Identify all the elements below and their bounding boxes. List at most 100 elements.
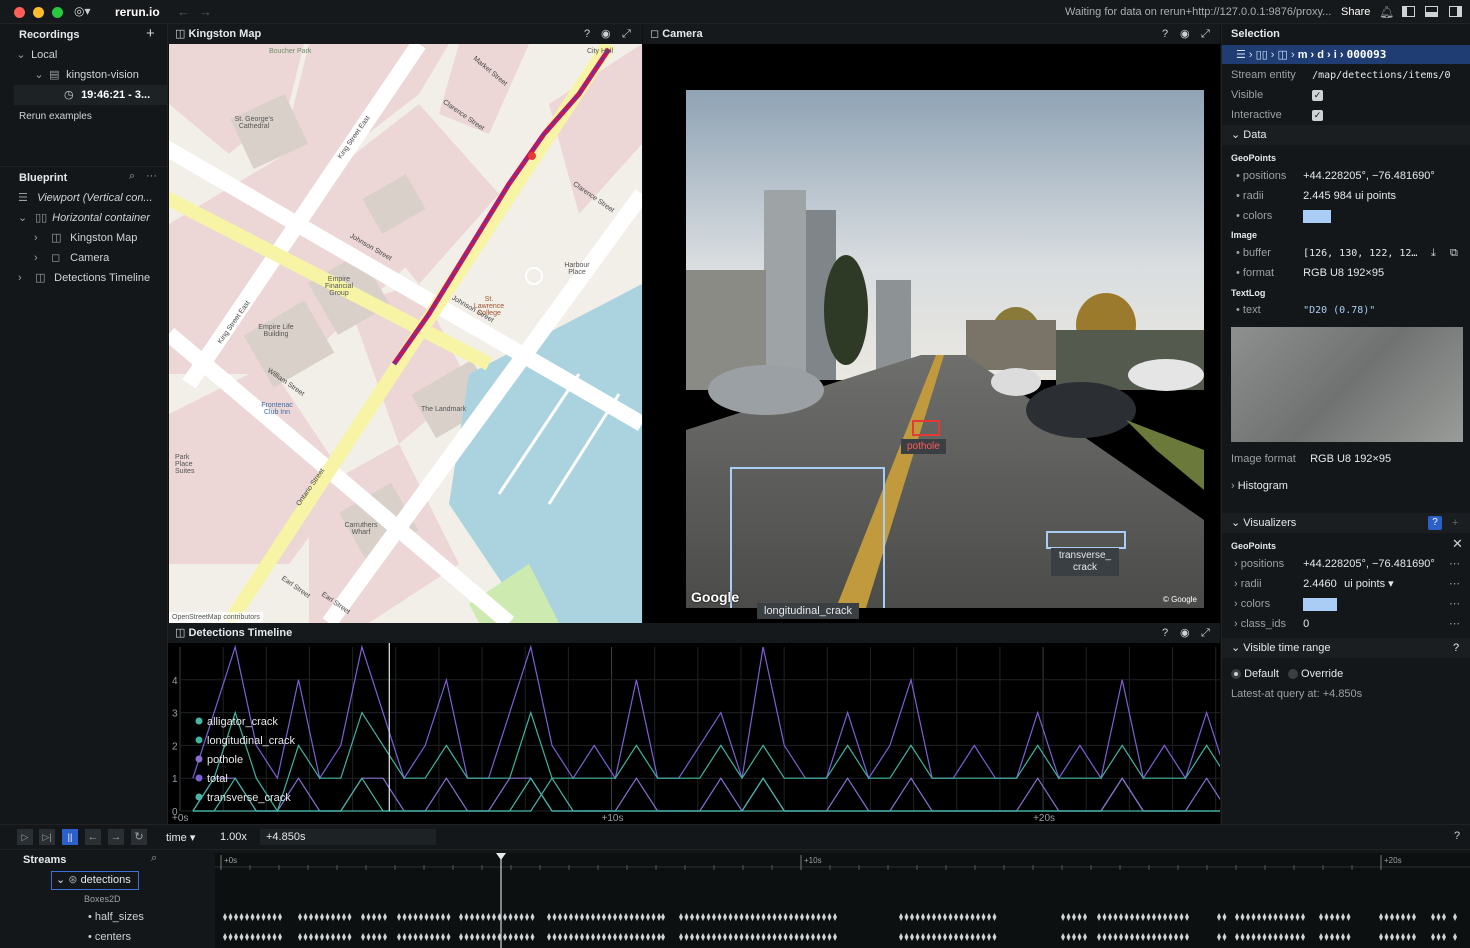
histogram-label: Histogram <box>1237 480 1288 492</box>
minimize-window-button[interactable] <box>33 7 44 18</box>
stream-centers[interactable]: • centers <box>88 931 131 943</box>
toggle-bottom-panel-icon[interactable] <box>1425 6 1438 17</box>
stream-entity-value[interactable]: /map/detections/items/0 <box>1312 70 1450 81</box>
blueprint-item-camera[interactable]: › ◻ Camera <box>34 248 168 268</box>
streams-timeline-area[interactable]: +0s +10s +20s <box>215 853 1470 948</box>
help-icon[interactable]: ? <box>584 24 590 44</box>
maximize-icon[interactable]: ⤢ <box>1201 24 1210 44</box>
play-icon[interactable]: ▷ <box>17 829 33 845</box>
more-options-icon[interactable]: ⋯ <box>1449 574 1460 594</box>
more-options-icon[interactable]: ⋯ <box>1449 594 1460 614</box>
remove-visualizer-icon[interactable]: ✕ <box>1452 536 1463 552</box>
event-mark <box>602 913 606 921</box>
event-mark <box>508 933 513 941</box>
detections-timeline-label: Detections Timeline <box>54 272 151 284</box>
help-icon[interactable]: ? <box>1454 830 1460 842</box>
default-radio-label[interactable]: Default <box>1244 668 1279 680</box>
step-back-icon[interactable]: ← <box>85 829 101 845</box>
maximize-icon[interactable]: ⤢ <box>622 24 631 44</box>
default-radio[interactable] <box>1231 669 1241 680</box>
loop-icon[interactable]: ↻ <box>131 829 147 845</box>
recording-item[interactable]: ◷ 19:46:21 - 3... <box>14 85 168 105</box>
zoom-window-button[interactable] <box>52 7 63 18</box>
more-options-icon[interactable]: ⋯ <box>1449 554 1460 574</box>
viz-radii-unit-dropdown[interactable]: ui points <box>1344 578 1385 590</box>
event-mark <box>424 933 429 941</box>
download-icon[interactable]: ⤓ <box>1431 243 1436 263</box>
local-group[interactable]: ⌄ Local <box>14 45 168 65</box>
eye-icon[interactable]: ◉ <box>601 24 611 44</box>
blueprint-item-detections-timeline[interactable]: › ◫ Detections Timeline <box>18 268 168 288</box>
viz-radii-value[interactable]: 2.4460 <box>1303 574 1341 594</box>
viz-colors-row[interactable]: › colors ⋯ <box>1234 594 1468 614</box>
event-mark <box>250 913 255 921</box>
playback-speed[interactable]: 1.00x <box>220 831 247 843</box>
add-recording-icon[interactable]: + <box>146 25 155 42</box>
help-icon[interactable]: ? <box>1162 623 1168 643</box>
event-mark <box>525 933 529 941</box>
legend-label: total <box>207 773 228 785</box>
dropdown-caret-icon[interactable]: ▾ <box>1385 578 1394 590</box>
maximize-icon[interactable]: ⤢ <box>1201 623 1210 643</box>
map-view-icon: ◫ <box>51 232 62 244</box>
more-options-icon[interactable]: ··· <box>146 170 157 182</box>
chevron-down-icon: ⌄ <box>1231 517 1244 529</box>
rerun-examples-link[interactable]: Rerun examples <box>19 111 92 122</box>
timeseries-chart[interactable]: 01234+0s +10s +20salligator_cracklongitudi… <box>168 643 1220 824</box>
map-canvas[interactable]: Boucher Park St. George's Cathedral Mark… <box>169 44 642 623</box>
selection-breadcrumb[interactable]: ☰ › ▯▯ › ◫ › m › d › i › 000093 <box>1222 45 1470 64</box>
street-view-image[interactable]: pothole transverse_ crack Google © Googl… <box>686 90 1204 608</box>
pause-icon[interactable]: || <box>62 829 78 845</box>
close-window-button[interactable] <box>14 7 25 18</box>
eye-icon[interactable]: ◉ <box>1180 24 1190 44</box>
copy-icon[interactable]: ⧉ <box>1450 243 1458 263</box>
toggle-right-panel-icon[interactable] <box>1449 6 1462 17</box>
stream-entity-detections[interactable]: ⌄ ⊛ detections <box>51 871 139 890</box>
current-time-input[interactable]: +4.850s <box>260 829 436 845</box>
visible-checkbox[interactable]: ✓ <box>1312 90 1324 101</box>
help-icon[interactable]: ? <box>1453 638 1459 658</box>
search-icon[interactable]: ⌕ <box>151 852 157 865</box>
help-icon[interactable]: ? <box>1162 24 1168 44</box>
override-radio[interactable] <box>1287 669 1298 680</box>
buffer-row: • buffer [126, 130, 122, 12… ⤓ ⧉ <box>1236 243 1468 263</box>
event-mark <box>1179 913 1184 921</box>
forward-arrow-icon[interactable]: → <box>199 4 212 19</box>
more-options-icon[interactable]: ⋯ <box>1449 614 1460 634</box>
viz-color-swatch[interactable] <box>1303 597 1338 611</box>
share-button[interactable]: Share <box>1341 6 1370 18</box>
timeline-selector[interactable]: time ▾ <box>166 831 195 844</box>
viz-radii-row[interactable]: › radii 2.4460 ui points ▾ ⋯ <box>1234 574 1468 594</box>
streams-title: Streams <box>23 854 67 866</box>
image-preview[interactable] <box>1231 327 1463 442</box>
rerun-logo-menu-icon[interactable]: ◎▾ <box>74 4 91 18</box>
follow-icon[interactable]: ▷| <box>39 829 55 845</box>
notification-bell-icon[interactable]: 🔔︎ <box>1379 5 1394 19</box>
event-mark <box>1384 913 1389 921</box>
histogram-row[interactable]: › Histogram <box>1231 476 1288 496</box>
add-visualizer-icon[interactable]: + <box>1452 513 1458 533</box>
override-radio-label[interactable]: Override <box>1301 668 1343 680</box>
viewport-item[interactable]: ☰ Viewport (Vertical con... <box>18 188 168 208</box>
viz-class-ids-row[interactable]: › class_ids 0 ⋯ <box>1234 614 1468 634</box>
visualizers-section-header[interactable]: ⌄ Visualizers ? + <box>1222 513 1470 533</box>
horizontal-container-item[interactable]: ⌄ ▯▯ Horizontal container <box>18 208 168 228</box>
stream-half-sizes[interactable]: • half_sizes <box>88 911 144 923</box>
search-icon[interactable]: ⌕ <box>129 170 135 183</box>
help-icon[interactable]: ? <box>1428 516 1442 530</box>
eye-icon[interactable]: ◉ <box>1180 623 1190 643</box>
viz-positions-row[interactable]: › positions +44.228205°, −76.481690° ⋯ <box>1234 554 1468 574</box>
visible-time-range-header[interactable]: ⌄ Visible time range ? <box>1222 638 1470 658</box>
blueprint-item-kingston-map[interactable]: › ◫ Kingston Map <box>34 228 168 248</box>
map-attribution[interactable]: OpenStreetMap contributors <box>169 612 263 623</box>
event-mark <box>481 933 485 941</box>
back-arrow-icon[interactable]: ← <box>177 4 190 19</box>
app-kingston-vision[interactable]: ⌄ ▤ kingston-vision <box>32 65 168 85</box>
toggle-left-panel-icon[interactable] <box>1402 6 1415 17</box>
interactive-checkbox[interactable]: ✓ <box>1312 110 1324 121</box>
step-forward-icon[interactable]: → <box>108 829 124 845</box>
data-section-header[interactable]: ⌄ Data <box>1222 125 1470 145</box>
event-mark <box>331 933 335 941</box>
viz-class-ids-key: class_ids <box>1240 618 1286 630</box>
chevron-right-icon: › <box>34 252 38 264</box>
